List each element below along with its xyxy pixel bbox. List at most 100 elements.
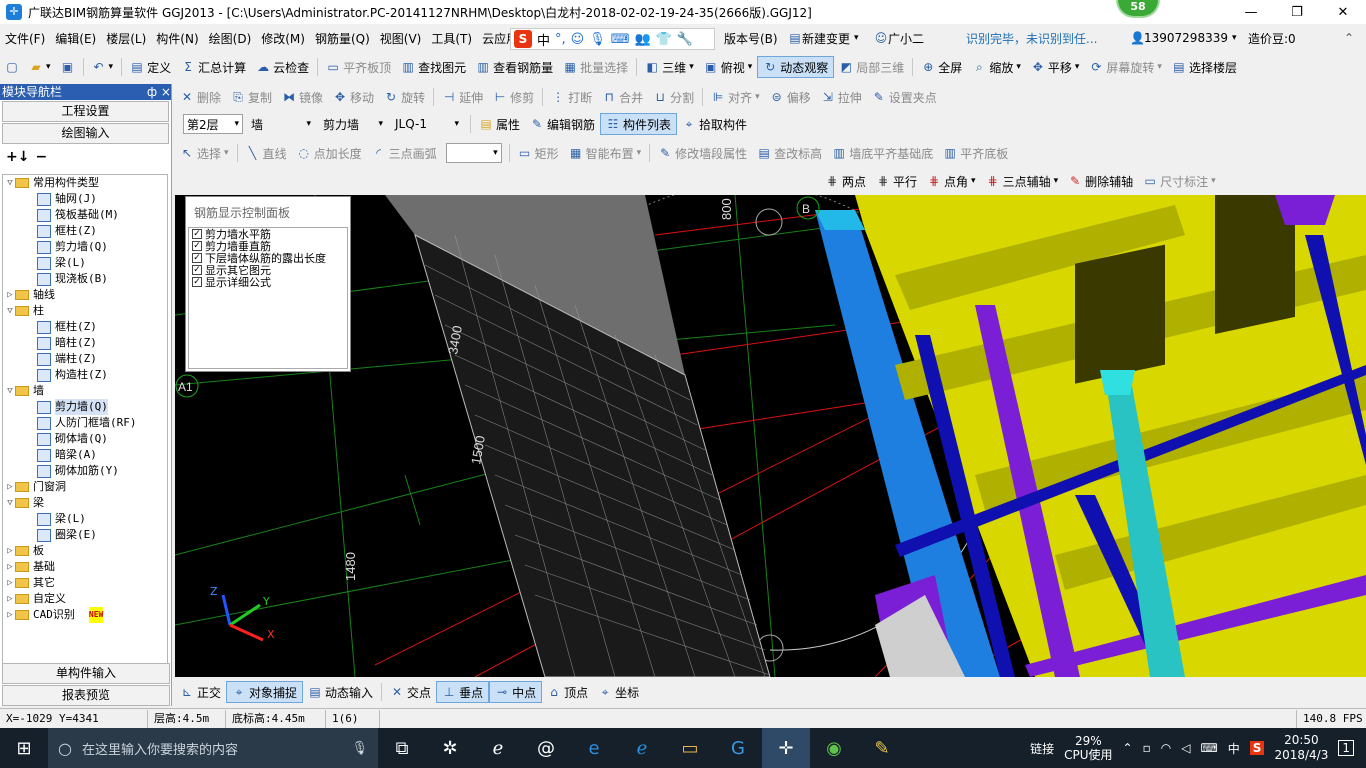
toolbar2-button[interactable]: ⊢ 修剪 — [488, 86, 539, 108]
tree-item[interactable]: ▷ 基础 — [3, 559, 167, 575]
skin-icon[interactable]: 👕 — [656, 32, 672, 47]
microphone-icon[interactable]: 🎙 — [589, 32, 606, 47]
toolbar1-button[interactable]: ▦ 批量选择 — [558, 56, 633, 78]
open-file-button[interactable]: ▰ ▾ — [24, 56, 56, 78]
nav-single-component-button[interactable]: 单构件输入 — [2, 663, 170, 684]
recognition-notice[interactable]: 识别完毕，未识别到任... — [966, 26, 1097, 50]
toolbar1-button[interactable]: ▥ 查看钢筋量 — [471, 56, 558, 78]
tree-item[interactable]: 砌体加筋(Y) — [3, 463, 167, 479]
keyboard-icon[interactable]: ⌨ — [611, 32, 630, 47]
panel-option[interactable]: ✓ 显示详细公式 — [189, 276, 347, 289]
toolbar4-button[interactable]: ▥ 平齐底板 — [938, 142, 1013, 164]
snap-button[interactable]: ✕ 交点 — [385, 681, 436, 703]
line-style-select[interactable]: ▾ — [445, 143, 502, 163]
menu-item[interactable]: 编辑(E) — [50, 30, 101, 47]
app-pinwheel-icon[interactable]: ✲ — [426, 728, 474, 768]
checkbox-checked-icon[interactable]: ✓ — [192, 241, 202, 251]
menu-item[interactable]: 视图(V) — [375, 30, 427, 47]
toolbar1-button[interactable]: ▥ 查找图元 — [396, 56, 471, 78]
network-icon[interactable]: ◠ — [1161, 741, 1171, 755]
expand-toggle-icon[interactable]: ▷ — [5, 479, 15, 495]
tree-item[interactable]: ▷ 轴线 — [3, 287, 167, 303]
browser-e-icon[interactable]: ℯ — [474, 728, 522, 768]
menu-item[interactable]: 文件(F) — [0, 30, 50, 47]
green-app-icon[interactable]: ◉ — [810, 728, 858, 768]
tools-icon[interactable]: 🔧 — [677, 32, 693, 47]
tray-ime-label[interactable]: 中 — [1228, 740, 1240, 757]
toolbar1-button[interactable]: ☁ 云检查 — [251, 56, 314, 78]
taskbar-search[interactable]: ○ 在这里输入你要搜索的内容 🎙 — [48, 728, 378, 768]
expand-toggle-icon[interactable]: ▷ — [5, 287, 15, 303]
toolbar4-button[interactable]: ▥ 墙底平齐基础底 — [827, 142, 938, 164]
component-subtype-select[interactable]: 剪力墙 ▾ — [319, 114, 387, 134]
floor-select[interactable]: 第2层 ▾ — [183, 114, 243, 134]
toolbar1-button[interactable]: ⟳ 屏幕旋转 ▾ — [1084, 56, 1167, 78]
glodon-g-icon[interactable]: G — [714, 728, 762, 768]
punctuation-icon[interactable]: °, — [555, 32, 566, 47]
close-button[interactable]: ✕ — [1320, 0, 1366, 24]
toolbar2-button[interactable]: ↻ 旋转 — [379, 86, 430, 108]
tree-item[interactable]: 圈梁(E) — [3, 527, 167, 543]
tree-item[interactable]: 暗柱(Z) — [3, 335, 167, 351]
snap-button[interactable]: ⊸ 中点 — [489, 681, 543, 703]
clock[interactable]: 20:50 2018/4/3 — [1274, 733, 1328, 763]
menu-item[interactable]: 工具(T) — [426, 30, 477, 47]
undo-button[interactable]: ↶ ▾ — [87, 56, 119, 78]
tree-item[interactable]: 框柱(Z) — [3, 223, 167, 239]
edit-rebar-button[interactable]: ✎ 编辑钢筋 — [525, 113, 600, 135]
expand-toggle-icon[interactable]: ▷ — [5, 591, 15, 607]
toolbar4-button[interactable]: ✎ 修改墙段属性 — [653, 142, 752, 164]
tray-people-icon[interactable]: ▫ — [1143, 741, 1151, 755]
expand-toggle-icon[interactable]: ▽ — [5, 303, 15, 319]
toolbar1-button[interactable]: ⊕ 全屏 — [916, 56, 967, 78]
toolbar2-button[interactable]: ⎘ 复制 — [226, 86, 277, 108]
toolbar2-button[interactable]: ⊣ 延伸 — [437, 86, 488, 108]
tray-link[interactable]: 链接 — [1030, 740, 1054, 757]
toolbar2-button[interactable]: ⋮ 打断 — [546, 86, 597, 108]
toolbar4-button[interactable]: ◌ 点加长度 — [292, 142, 367, 164]
snap-button[interactable]: ⊾ 正交 — [175, 681, 226, 703]
tree-item[interactable]: ▷ 其它 — [3, 575, 167, 591]
expand-toggle-icon[interactable]: ▷ — [5, 575, 15, 591]
volume-icon[interactable]: ◁ — [1181, 741, 1190, 755]
ime-toolbar[interactable]: S 中 °, ☺ 🎙 ⌨ 👥 👕 🔧 — [510, 28, 715, 50]
expand-toggle-icon[interactable]: ▷ — [5, 607, 15, 623]
nav-report-preview-button[interactable]: 报表预览 — [2, 685, 170, 706]
notification-center-icon[interactable]: 1 — [1338, 740, 1354, 756]
expand-all-icon[interactable]: +↓ — [6, 149, 29, 165]
tree-item[interactable]: ▷ 门窗洞 — [3, 479, 167, 495]
tray-expand-icon[interactable]: ⌃ — [1123, 741, 1133, 755]
menu-item[interactable]: 修改(M) — [256, 30, 310, 47]
tree-item[interactable]: ▽ 柱 — [3, 303, 167, 319]
toolbar1-button[interactable]: ◧ 三维 ▾ — [640, 56, 699, 78]
tree-item[interactable]: 轴网(J) — [3, 191, 167, 207]
expand-toggle-icon[interactable]: ▷ — [5, 543, 15, 559]
tree-item[interactable]: ▷ CAD识别 NEW — [3, 607, 167, 623]
nav-project-settings-button[interactable]: 工程设置 — [2, 101, 169, 122]
checkbox-checked-icon[interactable]: ✓ — [192, 229, 202, 239]
properties-button[interactable]: ▤ 属性 — [474, 113, 525, 135]
sogou-icon[interactable]: S — [1249, 741, 1265, 755]
checkbox-checked-icon[interactable]: ✓ — [192, 277, 202, 287]
toolbar1-button[interactable]: ↻ 动态观察 — [757, 56, 835, 78]
nav-drawing-input-button[interactable]: 绘图输入 — [2, 123, 169, 144]
menu-item[interactable]: 绘图(D) — [204, 30, 257, 47]
file-explorer-icon[interactable]: ▭ — [666, 728, 714, 768]
cpu-meter[interactable]: 29% CPU使用 — [1064, 734, 1112, 762]
snap-button[interactable]: ⌖ 对象捕捉 — [226, 681, 304, 703]
expand-toggle-icon[interactable]: ▽ — [5, 495, 15, 511]
component-type-select[interactable]: 墙 ▾ — [247, 114, 315, 134]
toolbar1-button[interactable]: ◩ 局部三维 — [834, 56, 909, 78]
menu-new-change[interactable]: ▤ 新建变更 ▾ — [788, 26, 858, 50]
tree-item[interactable]: 剪力墙(Q) — [3, 239, 167, 255]
tree-item[interactable]: 砌体墙(Q) — [3, 431, 167, 447]
toolbar1-button[interactable]: Σ 汇总计算 — [176, 56, 251, 78]
account-phone[interactable]: 👤 13907298339 ▾ — [1130, 26, 1237, 50]
toolbar5-button[interactable]: ⋕ 三点辅轴 ▾ — [981, 170, 1064, 192]
toolbar4-button[interactable]: ╲ 直线 — [241, 142, 292, 164]
toolbar4-button[interactable]: ▤ 查改标高 — [752, 142, 827, 164]
tree-item[interactable]: 构造柱(Z) — [3, 367, 167, 383]
tree-item[interactable]: 剪力墙(Q) — [3, 399, 167, 415]
ime-mode-label[interactable]: 中 — [537, 30, 550, 49]
toolbar2-button[interactable]: ✥ 移动 — [328, 86, 379, 108]
